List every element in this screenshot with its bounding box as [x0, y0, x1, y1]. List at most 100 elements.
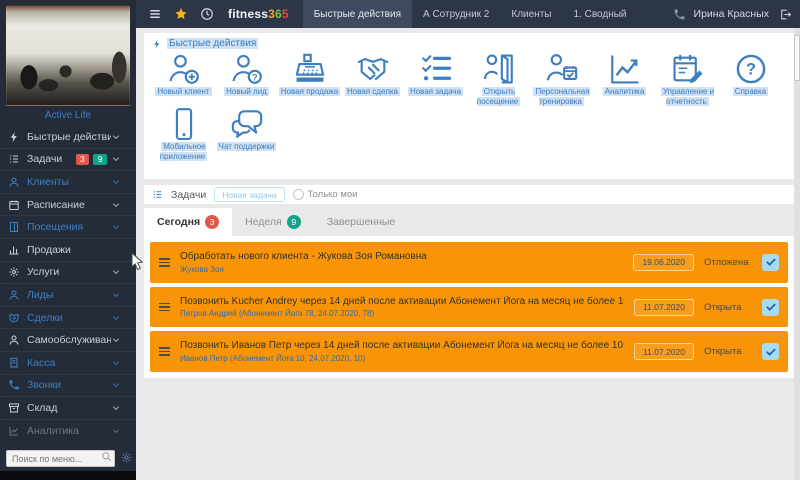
quick-action-mobile-app[interactable]: Мобильное приложение: [152, 107, 215, 161]
quick-actions-panel: Быстрые действия Новый клиент?Новый лидН…: [144, 33, 794, 179]
app-logo[interactable]: fitness365: [228, 7, 289, 21]
task-client-link[interactable]: Иванов Петр (Абонемент Йога 10, 24.07.20…: [180, 354, 624, 363]
count-badge: 3: [76, 154, 90, 166]
search-icon: [101, 451, 112, 462]
task-complete-checkbox[interactable]: [762, 343, 779, 360]
tab-week[interactable]: Неделя9: [232, 208, 314, 236]
quick-action-help[interactable]: ? Справка: [719, 52, 782, 106]
sidebar-item-label: Самообслуживание: [27, 334, 111, 346]
task-row[interactable]: Позвонить Иванов Петр через 14 дней посл…: [150, 331, 788, 372]
menu-search-input[interactable]: [6, 450, 115, 467]
task-due-date[interactable]: 11.07.2020: [634, 343, 694, 360]
scrollbar-thumb[interactable]: [794, 35, 800, 81]
club-name[interactable]: Active Life: [0, 106, 136, 121]
tab-completed[interactable]: Завершенные: [314, 208, 409, 236]
task-row[interactable]: Обработать нового клиента - Жукова Зоя Р…: [150, 242, 788, 283]
task-list: Обработать нового клиента - Жукова Зоя Р…: [144, 236, 794, 378]
page-scrollbar[interactable]: [794, 28, 800, 480]
sidebar-item[interactable]: Сделки: [0, 307, 136, 330]
nav-item[interactable]: А Сотрудник 2: [412, 0, 500, 28]
chevron-down-icon: [111, 154, 121, 164]
sidebar-item[interactable]: Касса: [0, 352, 136, 375]
sidebar-item[interactable]: Клиенты: [0, 171, 136, 194]
svg-text:?: ?: [746, 61, 756, 79]
quick-action-new-deal[interactable]: Новая сделка: [341, 52, 404, 106]
quick-action-label: Справка: [733, 87, 768, 96]
task-client-link[interactable]: Жукова Зоя: [180, 265, 623, 274]
sidebar-item[interactable]: Задачи39: [0, 149, 136, 172]
logout-icon[interactable]: [779, 8, 792, 21]
sales-icon: [8, 244, 20, 256]
tab-today[interactable]: Сегодня3: [144, 208, 232, 236]
nav-item[interactable]: Клиенты: [500, 0, 562, 28]
quick-action-new-lead[interactable]: ?Новый лид: [215, 52, 278, 106]
sidebar-item[interactable]: Продажи: [0, 239, 136, 262]
quick-action-personal-training[interactable]: Персональная тренировка: [530, 52, 593, 106]
chevron-down-icon: [111, 358, 121, 368]
sidebar-item[interactable]: Звонки: [0, 375, 136, 398]
sidebar-item[interactable]: Расписание: [0, 194, 136, 217]
task-due-date[interactable]: 11.07.2020: [634, 299, 694, 316]
sidebar-item[interactable]: Самообслуживание: [0, 329, 136, 352]
quick-action-new-sale[interactable]: Новая продажа: [278, 52, 341, 106]
sidebar: Active Life Быстрые действияЗадачи39Клие…: [0, 0, 136, 480]
chevron-down-icon: [111, 132, 121, 142]
sidebar-item-label: Задачи: [27, 153, 76, 165]
task-complete-checkbox[interactable]: [762, 254, 779, 271]
drag-handle-icon[interactable]: [159, 303, 170, 312]
quick-action-label: Новая сделка: [345, 87, 400, 96]
tab-label: Завершенные: [327, 216, 396, 228]
sidebar-item[interactable]: Склад: [0, 397, 136, 420]
quick-actions-grid: Новый клиент?Новый лидНовая продажаНовая…: [152, 52, 786, 162]
task-client-link[interactable]: Петров Андрей (Абонемент Йога 78, 24.07.…: [180, 309, 624, 318]
sidebar-item[interactable]: Быстрые действия: [0, 126, 136, 149]
tab-count-badge: 9: [287, 215, 301, 229]
chevron-down-icon: [111, 403, 121, 413]
topbar-nav: Быстрые действияА Сотрудник 2Клиенты1. С…: [303, 0, 638, 28]
quick-action-new-client[interactable]: Новый клиент: [152, 52, 215, 106]
quick-action-analytics-chart[interactable]: Аналитика: [593, 52, 656, 106]
only-mine-radio[interactable]: [293, 189, 304, 200]
management-icon: [670, 52, 706, 86]
sidebar-item[interactable]: Услуги: [0, 262, 136, 285]
sidebar-item[interactable]: Аналитика: [0, 420, 136, 443]
drag-handle-icon[interactable]: [159, 258, 170, 267]
quick-actions-header: Быстрые действия: [152, 38, 786, 49]
chevron-down-icon: [111, 290, 121, 300]
sidebar-item-label: Продажи: [27, 244, 128, 256]
task-status: Открыта: [704, 346, 752, 357]
recent-clock-icon[interactable]: [200, 7, 214, 21]
settings-gear-icon[interactable]: [120, 451, 133, 464]
phone-icon[interactable]: [673, 8, 686, 21]
chevron-down-icon: [111, 380, 121, 390]
sidebar-item[interactable]: Лиды: [0, 284, 136, 307]
only-mine-toggle[interactable]: Только мои: [293, 189, 358, 200]
task-text: Обработать нового клиента - Жукова Зоя Р…: [180, 251, 623, 274]
cashbox-icon: [8, 357, 20, 369]
quick-action-support-chat[interactable]: Чат поддержки: [215, 107, 278, 161]
nav-item[interactable]: Быстрые действия: [303, 0, 412, 28]
hamburger-icon[interactable]: [148, 7, 162, 21]
favorites-star-icon[interactable]: [174, 7, 188, 21]
new-task-button[interactable]: Новая задача: [214, 187, 284, 202]
task-row[interactable]: Позвонить Kucher Andrey через 14 дней по…: [150, 287, 788, 328]
tab-count-badge: 3: [205, 215, 219, 229]
new-sale-icon: [292, 52, 328, 86]
new-task-icon: [418, 52, 454, 86]
task-complete-checkbox[interactable]: [762, 299, 779, 316]
new-client-icon: [166, 52, 202, 86]
quick-action-label: Новая задача: [408, 87, 463, 96]
quick-action-open-visit[interactable]: Открыть посещение: [467, 52, 530, 106]
deals-icon: [8, 312, 20, 324]
support-chat-icon: [229, 107, 265, 141]
sidebar-item[interactable]: Посещения: [0, 216, 136, 239]
lightning-icon: [152, 39, 162, 49]
task-due-date[interactable]: 19.06.2020: [633, 254, 694, 271]
quick-action-management[interactable]: Управление и отчетность: [656, 52, 719, 106]
drag-handle-icon[interactable]: [159, 347, 170, 356]
current-user-name[interactable]: Ирина Красных: [694, 8, 769, 20]
sidebar-search-row: [6, 449, 133, 468]
nav-item[interactable]: 1. Сводный: [562, 0, 637, 28]
quick-action-new-task[interactable]: Новая задача: [404, 52, 467, 106]
quick-action-label: Новый лид: [224, 87, 269, 96]
